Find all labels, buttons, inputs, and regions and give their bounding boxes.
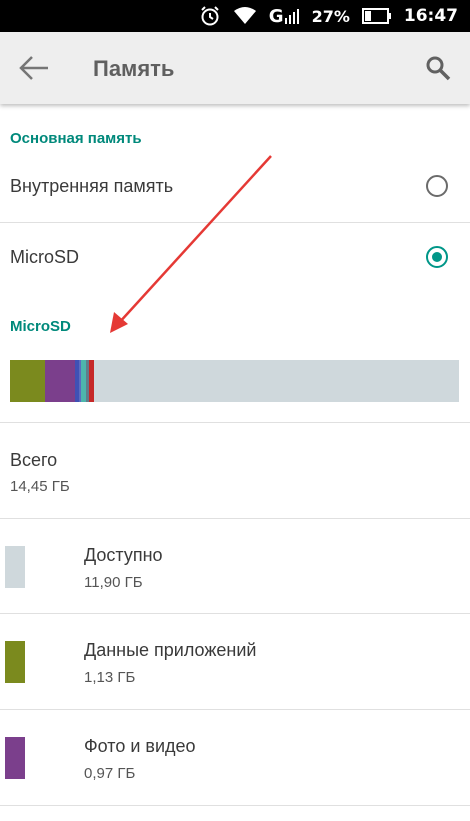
signal-strength-icon <box>284 9 299 24</box>
storage-category-photos-videos[interactable]: Фото и видео 0,97 ГБ <box>0 710 470 805</box>
category-color-swatch <box>5 546 25 588</box>
storage-category-available[interactable]: Доступно 11,90 ГБ <box>0 519 470 614</box>
status-bar: G 27% 16:47 <box>0 0 470 32</box>
storage-option-microsd[interactable]: MicroSD <box>0 223 470 293</box>
category-size: 0,97 ГБ <box>84 765 136 782</box>
signal-type-label: G <box>268 5 284 27</box>
arrow-left-icon <box>19 56 48 80</box>
battery-percent: 27% <box>311 6 350 26</box>
alarm-icon <box>199 5 221 27</box>
storage-category-app-data[interactable]: Данные приложений 1,13 ГБ <box>0 614 470 709</box>
storage-bar-segment <box>10 360 46 402</box>
total-label: Всего <box>10 450 58 470</box>
storage-option-internal[interactable]: Внутренняя память <box>0 152 470 222</box>
storage-bar-segment <box>88 360 94 402</box>
category-name: Данные приложений <box>84 640 257 660</box>
radio-button-internal[interactable] <box>426 175 448 197</box>
battery-icon <box>361 8 392 24</box>
divider <box>0 805 470 806</box>
category-color-swatch <box>5 641 25 683</box>
storage-usage-bar <box>10 360 459 402</box>
storage-bar-segment <box>45 360 76 402</box>
search-icon <box>426 56 451 81</box>
divider <box>0 422 470 423</box>
storage-option-label: MicroSD <box>10 247 80 267</box>
clock: 16:47 <box>403 6 458 26</box>
search-button[interactable] <box>424 54 452 82</box>
app-toolbar: Память <box>0 32 470 104</box>
total-value: 14,45 ГБ <box>10 478 70 495</box>
category-size: 11,90 ГБ <box>84 574 143 591</box>
category-name: Фото и видео <box>84 736 196 756</box>
back-button[interactable] <box>18 54 50 82</box>
page-title: Память <box>93 56 175 81</box>
storage-option-label: Внутренняя память <box>10 176 174 196</box>
category-size: 1,13 ГБ <box>84 669 136 686</box>
category-name: Доступно <box>84 545 163 565</box>
section-header-microsd: MicroSD <box>10 318 71 335</box>
wifi-icon <box>233 7 257 25</box>
section-header-primary-storage: Основная память <box>10 130 142 147</box>
cellular-signal: G <box>269 6 304 27</box>
category-color-swatch <box>5 737 25 779</box>
radio-button-microsd[interactable] <box>426 246 448 268</box>
